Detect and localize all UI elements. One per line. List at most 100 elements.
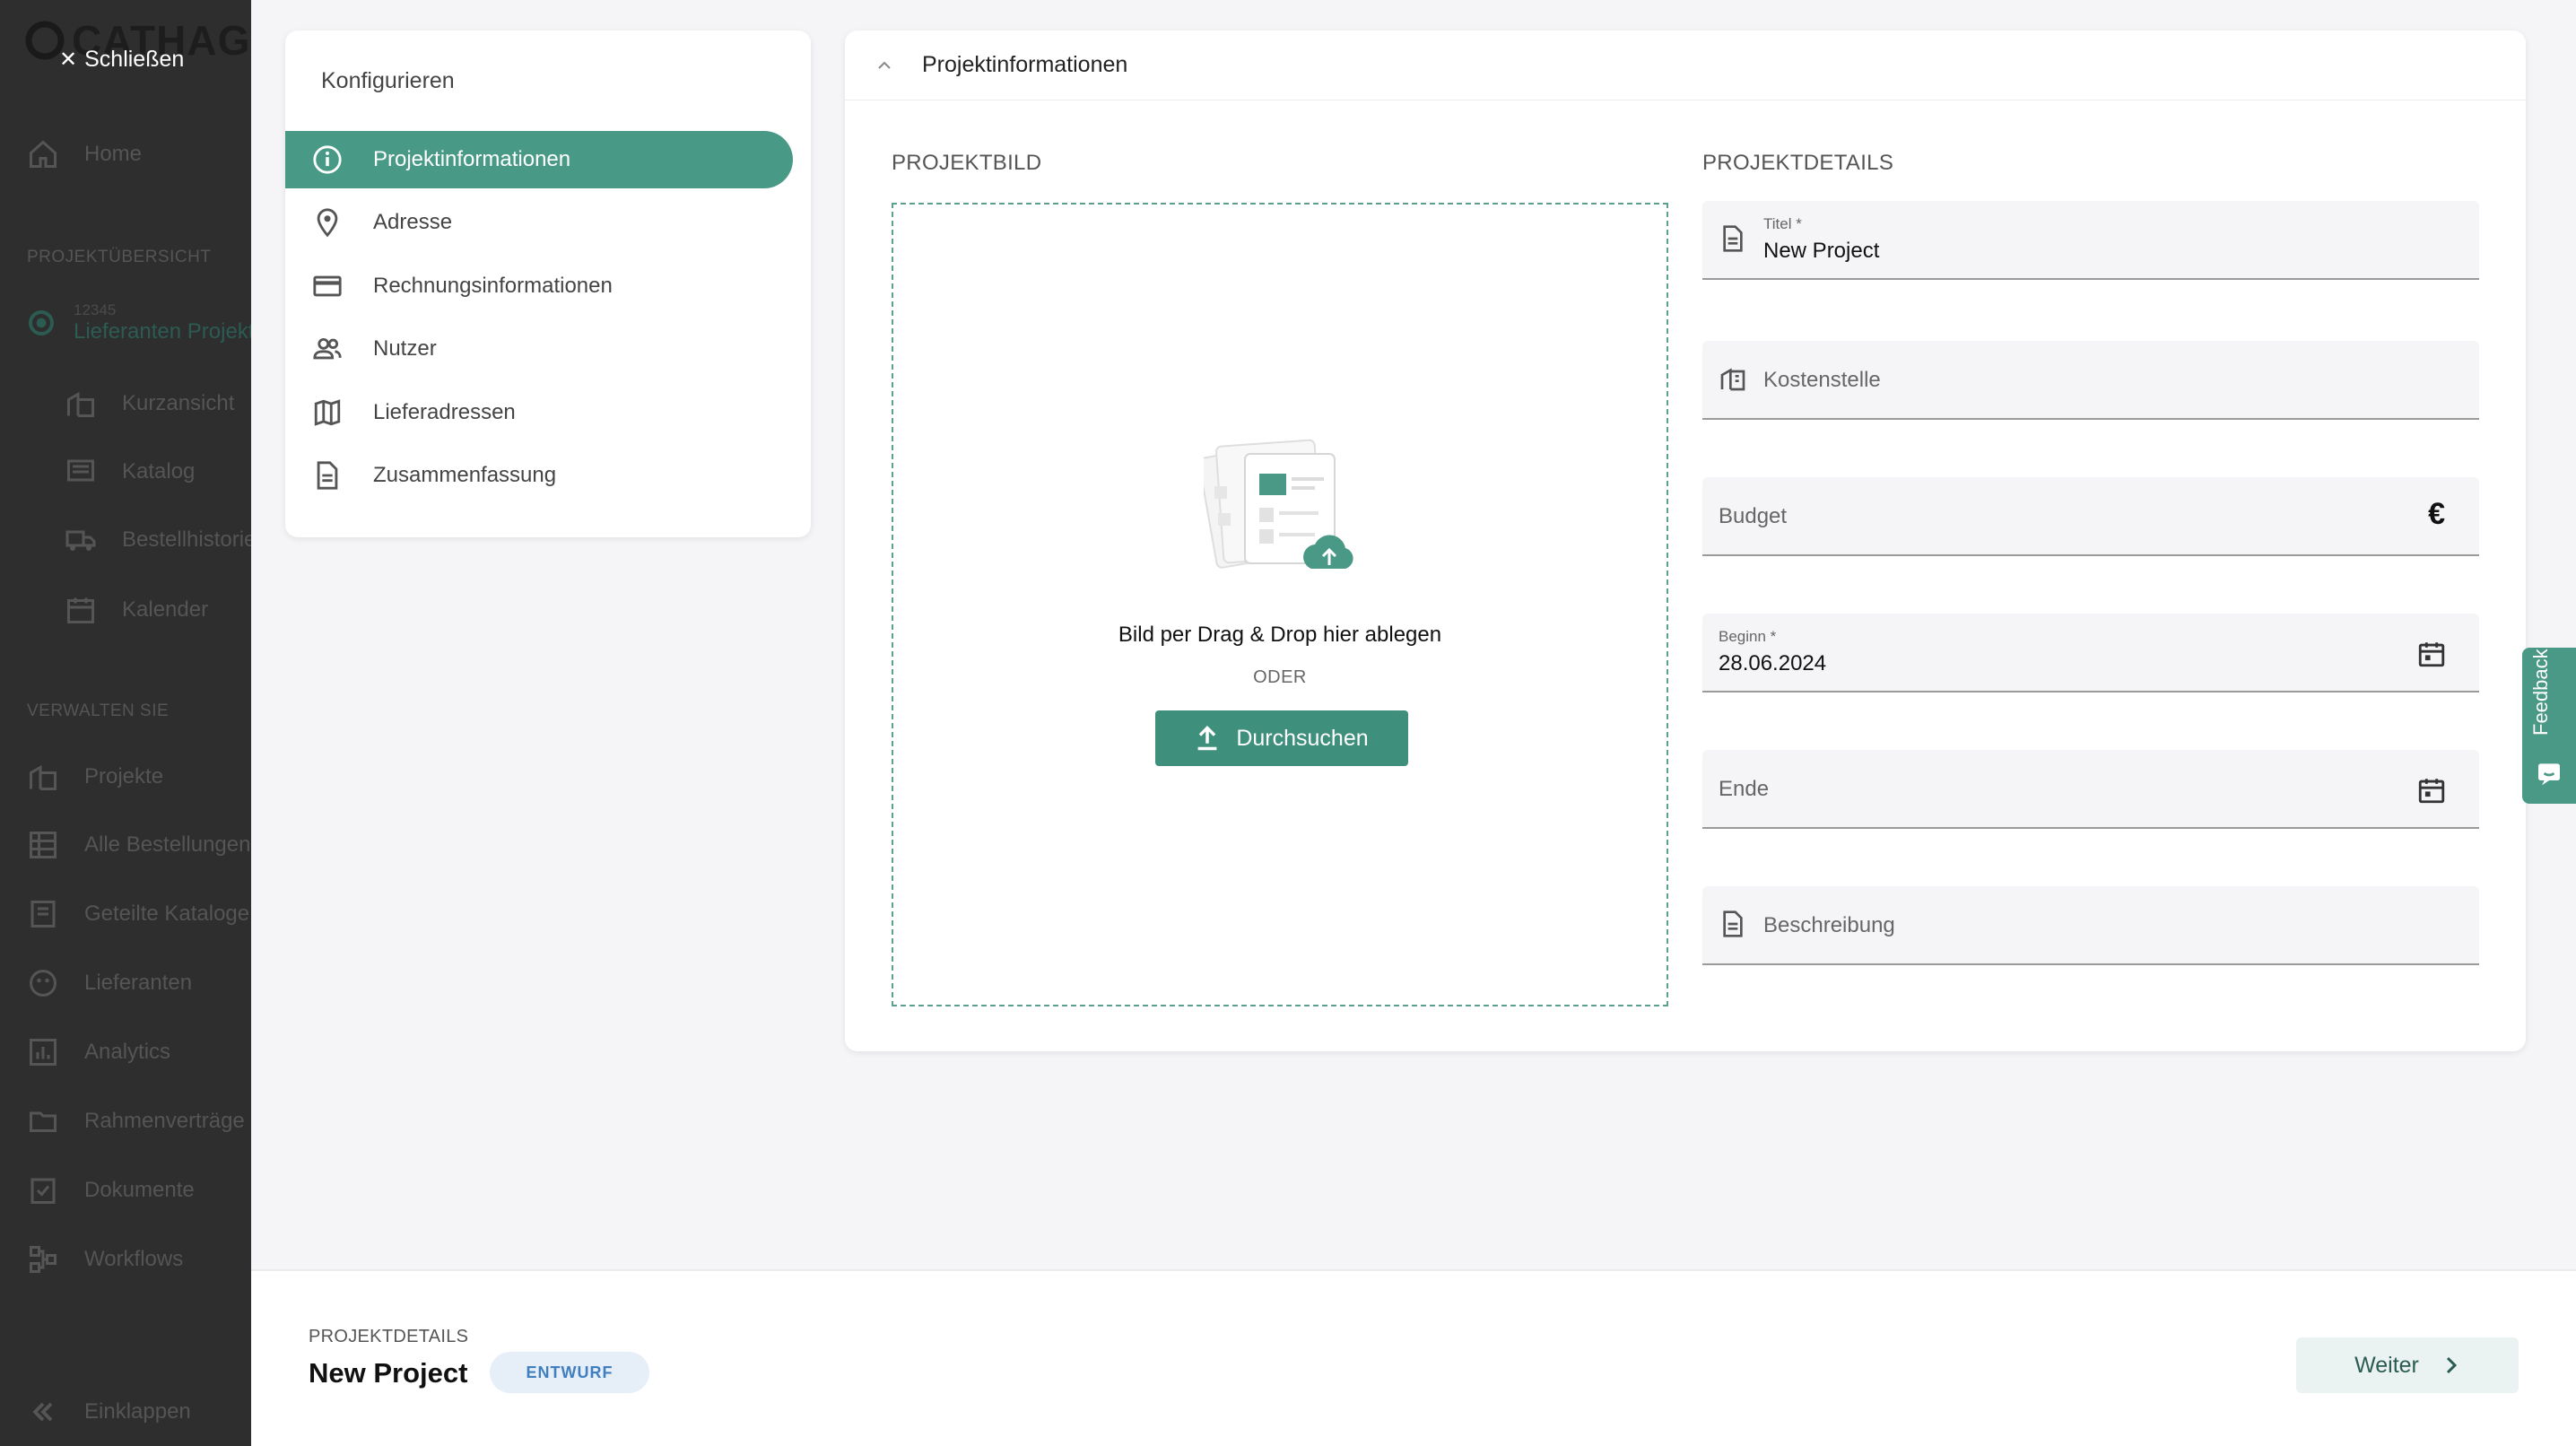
- calendar-icon[interactable]: [2416, 775, 2447, 806]
- bottom-breadcrumb: PROJEKTDETAILS: [309, 1327, 469, 1346]
- nav-workflows-label: Workflows: [84, 1247, 184, 1271]
- nav-workflows[interactable]: Workflows: [27, 1243, 183, 1276]
- step-rechnungsinformationen[interactable]: Rechnungsinformationen: [285, 257, 793, 315]
- nav-dokumente-label: Dokumente: [84, 1178, 195, 1202]
- nav-rahmenvertraege[interactable]: Rahmenverträge: [27, 1105, 245, 1137]
- project-details-heading: PROJEKTDETAILS: [1702, 151, 1894, 175]
- budget-field[interactable]: Budget €: [1702, 477, 2479, 556]
- info-icon: [313, 145, 342, 174]
- step-label: Projektinformationen: [373, 147, 571, 171]
- feedback-label: Feedback: [2529, 649, 2552, 736]
- nav-kurzansicht[interactable]: Kurzansicht: [65, 388, 234, 420]
- nav-geteilte-kataloge[interactable]: Geteilte Kataloge: [27, 898, 249, 930]
- home-icon: [30, 140, 57, 168]
- chevron-up-icon[interactable]: [874, 55, 895, 76]
- nav-home-label: Home: [84, 142, 143, 166]
- nav-dokumente[interactable]: Dokumente: [27, 1174, 195, 1206]
- panel-title: Projektinformationen: [922, 52, 1128, 77]
- title-field-value: New Project: [1763, 239, 1880, 263]
- cost-center-field[interactable]: Kostenstelle: [1702, 341, 2479, 420]
- project-number: 12345: [74, 301, 117, 318]
- nav-kalender[interactable]: Kalender: [65, 594, 208, 626]
- nav-alle-bestellungen-label: Alle Bestellungen: [84, 832, 251, 857]
- nav-home[interactable]: Home: [27, 138, 142, 170]
- orders-icon: [30, 832, 57, 858]
- start-date-value: 28.06.2024: [1719, 651, 1827, 675]
- truck-icon: [65, 530, 96, 551]
- browse-label: Durchsuchen: [1236, 725, 1369, 751]
- workflow-icon: [30, 1246, 57, 1273]
- nav-lieferanten[interactable]: Lieferanten: [27, 967, 192, 999]
- nav-geteilte-kataloge-label: Geteilte Kataloge: [84, 902, 250, 926]
- step-label: Adresse: [373, 210, 453, 234]
- calendar-icon[interactable]: [2416, 639, 2447, 669]
- nav-bestellhistorie[interactable]: Bestellhistorie: [65, 524, 251, 556]
- status-badge: ENTWURF: [490, 1352, 649, 1393]
- building-icon: [1720, 368, 1745, 391]
- next-button[interactable]: Weiter: [2296, 1337, 2519, 1393]
- feedback-tab[interactable]: Feedback: [2522, 648, 2576, 804]
- panel-header[interactable]: Projektinformationen: [845, 30, 2526, 100]
- documents-icon: [30, 1178, 56, 1204]
- close-button[interactable]: ✕ Schließen: [59, 47, 184, 73]
- step-projektinformationen[interactable]: Projektinformationen: [285, 131, 793, 188]
- nav-rahmenvertraege-label: Rahmenverträge: [84, 1109, 245, 1133]
- users-icon: [313, 337, 342, 360]
- sidebar: CATHAG ✕ Schließen Home PROJEKTÜBERSICHT…: [0, 0, 251, 1446]
- step-label: Rechnungsinformationen: [373, 274, 613, 298]
- step-label: Nutzer: [373, 336, 437, 361]
- chevron-right-icon: [2446, 1356, 2458, 1374]
- config-card: Konfigurieren Projektinformationen Adres…: [285, 30, 811, 537]
- supplier-icon: [30, 970, 57, 997]
- step-label: Lieferadressen: [373, 400, 516, 424]
- double-chevron-left-icon: [32, 1402, 53, 1422]
- dropzone-text: Bild per Drag & Drop hier ablegen: [1118, 623, 1442, 647]
- step-adresse[interactable]: Adresse: [285, 194, 793, 251]
- start-date-field[interactable]: Beginn * 28.06.2024: [1702, 614, 2479, 693]
- dropzone-or: ODER: [1253, 667, 1307, 687]
- folder-icon: [30, 1111, 57, 1132]
- nav-kurzansicht-label: Kurzansicht: [122, 391, 235, 415]
- document-icon: [317, 461, 338, 490]
- nav-projekte[interactable]: Projekte: [27, 761, 163, 793]
- start-date-label: Beginn *: [1719, 628, 1777, 645]
- step-lieferadressen[interactable]: Lieferadressen: [285, 384, 793, 441]
- catalog-icon: [67, 459, 94, 482]
- budget-placeholder: Budget: [1719, 504, 1788, 528]
- config-title: Konfigurieren: [321, 68, 455, 93]
- close-label: Schließen: [84, 47, 185, 72]
- cost-center-placeholder: Kostenstelle: [1763, 368, 1881, 392]
- upload-illustration-icon: [1204, 439, 1353, 569]
- nav-alle-bestellungen[interactable]: Alle Bestellungen: [27, 829, 250, 861]
- description-field[interactable]: Beschreibung: [1702, 886, 2479, 965]
- nav-bestellhistorie-label: Bestellhistorie: [122, 527, 251, 552]
- location-pin-icon: [317, 208, 338, 238]
- analytics-icon: [30, 1039, 57, 1066]
- nav-katalog-label: Katalog: [122, 459, 196, 483]
- collapse-button[interactable]: Einklappen: [27, 1396, 191, 1428]
- step-zusammenfassung[interactable]: Zusammenfassung: [285, 447, 793, 504]
- image-dropzone[interactable]: Bild per Drag & Drop hier ablegen ODER D…: [892, 203, 1668, 1006]
- nav-analytics[interactable]: Analytics: [27, 1036, 170, 1068]
- nav-projekte-label: Projekte: [84, 764, 164, 788]
- credit-card-icon: [313, 275, 342, 297]
- step-nutzer[interactable]: Nutzer: [285, 320, 793, 378]
- project-image-heading: PROJEKTBILD: [892, 151, 1042, 175]
- document-icon: [1723, 225, 1743, 252]
- collapse-label: Einklappen: [84, 1399, 191, 1424]
- title-field-label: Titel *: [1763, 215, 1802, 232]
- building-icon: [67, 391, 94, 417]
- calendar-icon: [67, 597, 94, 623]
- bottom-bar: PROJEKTDETAILS New Project ENTWURF Weite…: [251, 1269, 2576, 1446]
- euro-icon: €: [2428, 497, 2445, 531]
- shared-catalog-icon: [30, 901, 56, 928]
- nav-katalog[interactable]: Katalog: [65, 456, 195, 488]
- feedback-icon: [2538, 763, 2560, 786]
- current-project[interactable]: 12345 Lieferanten Projekt: [27, 301, 251, 344]
- browse-button[interactable]: Durchsuchen: [1155, 710, 1408, 766]
- end-date-field[interactable]: Ende: [1702, 750, 2479, 829]
- end-date-placeholder: Ende: [1719, 777, 1770, 801]
- title-field[interactable]: Titel * New Project: [1702, 201, 2479, 280]
- project-status-icon: [29, 310, 54, 335]
- section-manage: VERWALTEN SIE: [27, 701, 170, 720]
